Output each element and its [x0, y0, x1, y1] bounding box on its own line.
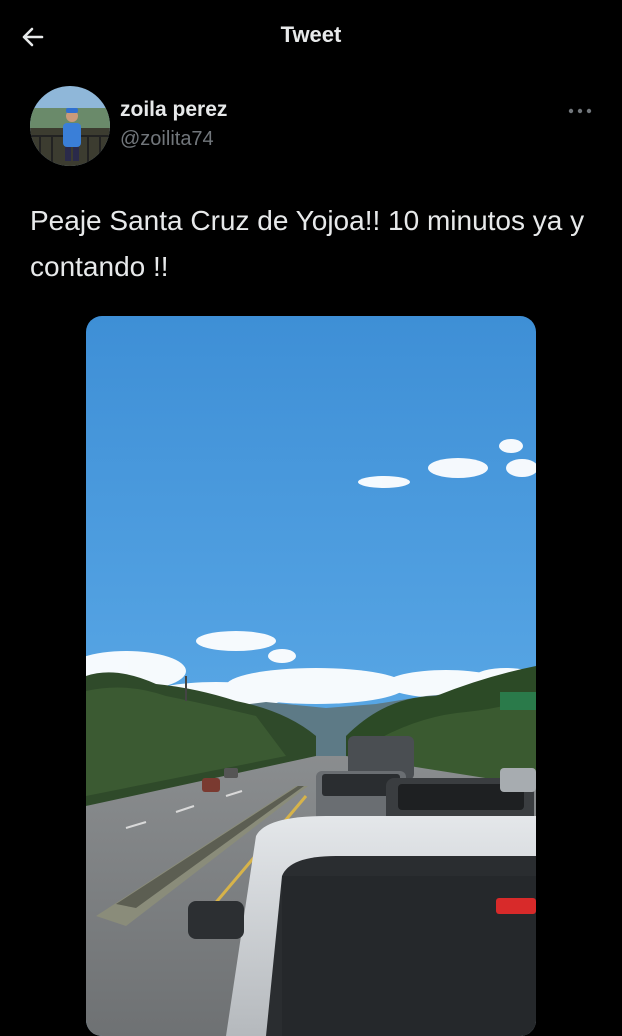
tweet-photo[interactable]: [86, 316, 536, 1036]
tweet-text: Peaje Santa Cruz de Yojoa!! 10 minutos y…: [30, 205, 585, 282]
more-options-button[interactable]: [564, 96, 596, 126]
ellipsis-icon: [564, 108, 596, 130]
top-bar: Tweet: [0, 0, 622, 74]
page-title: Tweet: [280, 22, 342, 47]
avatar[interactable]: [30, 86, 110, 166]
user-handle[interactable]: @zoilita74: [120, 128, 214, 151]
display-name[interactable]: zoila perez: [120, 98, 227, 122]
